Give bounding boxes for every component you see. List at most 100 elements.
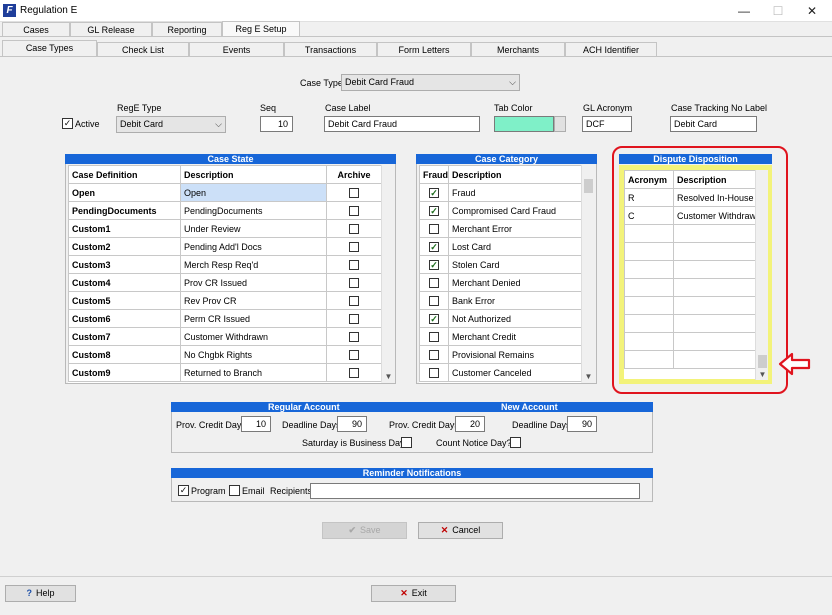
fraud-checkbox[interactable]: ✓ xyxy=(429,259,439,270)
acronym-cell[interactable] xyxy=(624,296,674,315)
description-cell[interactable]: Merchant Credit xyxy=(448,327,581,346)
scroll-down-icon[interactable]: ▼ xyxy=(582,372,595,381)
archive-cell[interactable] xyxy=(326,237,381,256)
description-cell[interactable] xyxy=(673,278,755,297)
fraud-cell[interactable]: ✓ xyxy=(419,255,449,274)
archive-checkbox[interactable] xyxy=(349,187,359,198)
fraud-checkbox[interactable] xyxy=(429,367,439,378)
fraud-cell[interactable]: ✓ xyxy=(419,201,449,220)
archive-checkbox[interactable] xyxy=(349,277,359,288)
close-button[interactable]: ✕ xyxy=(798,3,826,19)
table-row[interactable]: ✓ Not Authorized xyxy=(419,309,581,328)
table-row[interactable]: Custom2 Pending Add'l Docs xyxy=(68,237,381,256)
description-cell[interactable] xyxy=(673,242,755,261)
archive-cell[interactable] xyxy=(326,345,381,364)
saturday-business-day-checkbox[interactable] xyxy=(401,437,412,448)
case-category-grid[interactable]: Fraud Description ✓ Fraud ✓ Compromised Car… xyxy=(419,165,581,383)
tab-ach-identifier[interactable]: ACH Identifier xyxy=(565,42,657,57)
table-row[interactable]: Open Open xyxy=(68,183,381,202)
table-row[interactable]: Custom5 Rev Prov CR xyxy=(68,291,381,310)
regular-prov-credit-field[interactable]: 10 xyxy=(241,416,271,432)
cancel-button[interactable]: ✕ Cancel xyxy=(418,522,503,539)
tab-reg-e-setup[interactable]: Reg E Setup xyxy=(222,21,300,37)
description-cell[interactable]: Fraud xyxy=(448,183,581,202)
tab-transactions[interactable]: Transactions xyxy=(284,42,377,57)
fraud-checkbox[interactable]: ✓ xyxy=(429,313,439,324)
column-header-case-definition[interactable]: Case Definition xyxy=(68,165,181,184)
case-definition-cell[interactable]: Custom1 xyxy=(68,219,181,238)
minimize-button[interactable]: — xyxy=(730,3,758,19)
archive-checkbox[interactable] xyxy=(349,313,359,324)
description-cell[interactable]: Merchant Denied xyxy=(448,273,581,292)
table-row[interactable]: Custom9 Returned to Branch xyxy=(68,363,381,382)
maximize-button[interactable]: ☐ xyxy=(764,3,792,19)
table-row[interactable]: Bank Error xyxy=(419,291,581,310)
regular-deadline-field[interactable]: 90 xyxy=(337,416,367,432)
fraud-cell[interactable]: ✓ xyxy=(419,309,449,328)
fraud-checkbox[interactable] xyxy=(429,223,439,234)
case-definition-cell[interactable]: Custom3 xyxy=(68,255,181,274)
description-cell[interactable] xyxy=(673,332,755,351)
table-row[interactable] xyxy=(624,296,755,315)
description-cell[interactable]: Merch Resp Req'd xyxy=(180,255,327,274)
acronym-cell[interactable] xyxy=(624,350,674,369)
tab-color-picker-button[interactable] xyxy=(554,116,566,132)
case-definition-cell[interactable]: Open xyxy=(68,183,181,202)
scroll-down-icon[interactable]: ▼ xyxy=(756,370,769,379)
tab-case-types[interactable]: Case Types xyxy=(2,40,97,57)
table-row[interactable]: Customer Canceled xyxy=(419,363,581,382)
description-cell[interactable] xyxy=(673,314,755,333)
description-cell[interactable]: Open xyxy=(180,183,327,202)
description-cell[interactable]: No Chgbk Rights xyxy=(180,345,327,364)
fraud-checkbox[interactable] xyxy=(429,349,439,360)
acronym-cell[interactable] xyxy=(624,278,674,297)
acronym-cell[interactable] xyxy=(624,242,674,261)
fraud-cell[interactable] xyxy=(419,363,449,382)
description-cell[interactable] xyxy=(673,296,755,315)
description-cell[interactable]: Returned to Branch xyxy=(180,363,327,382)
archive-cell[interactable] xyxy=(326,363,381,382)
rege-type-select[interactable]: Debit Card ⌵ xyxy=(116,116,226,133)
case-definition-cell[interactable]: PendingDocuments xyxy=(68,201,181,220)
fraud-cell[interactable] xyxy=(419,345,449,364)
table-row[interactable] xyxy=(624,332,755,351)
description-cell[interactable]: Customer Withdrawn xyxy=(180,327,327,346)
archive-cell[interactable] xyxy=(326,327,381,346)
case-definition-cell[interactable]: Custom8 xyxy=(68,345,181,364)
column-header-fraud[interactable]: Fraud xyxy=(419,165,449,184)
new-prov-credit-field[interactable]: 20 xyxy=(455,416,485,432)
fraud-cell[interactable] xyxy=(419,291,449,310)
fraud-checkbox[interactable] xyxy=(429,331,439,342)
email-checkbox[interactable] xyxy=(229,485,240,496)
case-definition-cell[interactable]: Custom9 xyxy=(68,363,181,382)
description-cell[interactable]: Provisional Remains xyxy=(448,345,581,364)
acronym-cell[interactable] xyxy=(624,332,674,351)
scroll-down-icon[interactable]: ▼ xyxy=(382,372,395,381)
table-row[interactable]: C Customer Withdrawn xyxy=(624,206,755,225)
table-row[interactable]: Merchant Credit xyxy=(419,327,581,346)
table-row[interactable]: ✓ Compromised Card Fraud xyxy=(419,201,581,220)
case-definition-cell[interactable]: Custom6 xyxy=(68,309,181,328)
table-row[interactable]: Custom8 No Chgbk Rights xyxy=(68,345,381,364)
recipients-field[interactable] xyxy=(310,483,640,499)
description-cell[interactable]: Not Authorized xyxy=(448,309,581,328)
scroll-thumb[interactable] xyxy=(758,355,767,368)
description-cell[interactable]: Stolen Card xyxy=(448,255,581,274)
scroll-thumb[interactable] xyxy=(584,179,593,193)
fraud-cell[interactable] xyxy=(419,273,449,292)
save-button[interactable]: ✔ Save xyxy=(322,522,407,539)
dispute-disposition-grid[interactable]: Acronym Description R Resolved In-House C C… xyxy=(624,170,755,379)
fraud-checkbox[interactable]: ✓ xyxy=(429,187,439,198)
case-definition-cell[interactable]: Custom5 xyxy=(68,291,181,310)
archive-cell[interactable] xyxy=(326,255,381,274)
active-checkbox[interactable]: ✓ xyxy=(62,118,73,129)
acronym-cell[interactable] xyxy=(624,224,674,243)
fraud-cell[interactable]: ✓ xyxy=(419,183,449,202)
tab-color-swatch[interactable] xyxy=(494,116,554,132)
table-row[interactable]: R Resolved In-House xyxy=(624,188,755,207)
table-row[interactable] xyxy=(624,278,755,297)
archive-checkbox[interactable] xyxy=(349,223,359,234)
table-row[interactable]: Provisional Remains xyxy=(419,345,581,364)
description-cell[interactable]: Customer Canceled xyxy=(448,363,581,382)
description-cell[interactable]: Lost Card xyxy=(448,237,581,256)
